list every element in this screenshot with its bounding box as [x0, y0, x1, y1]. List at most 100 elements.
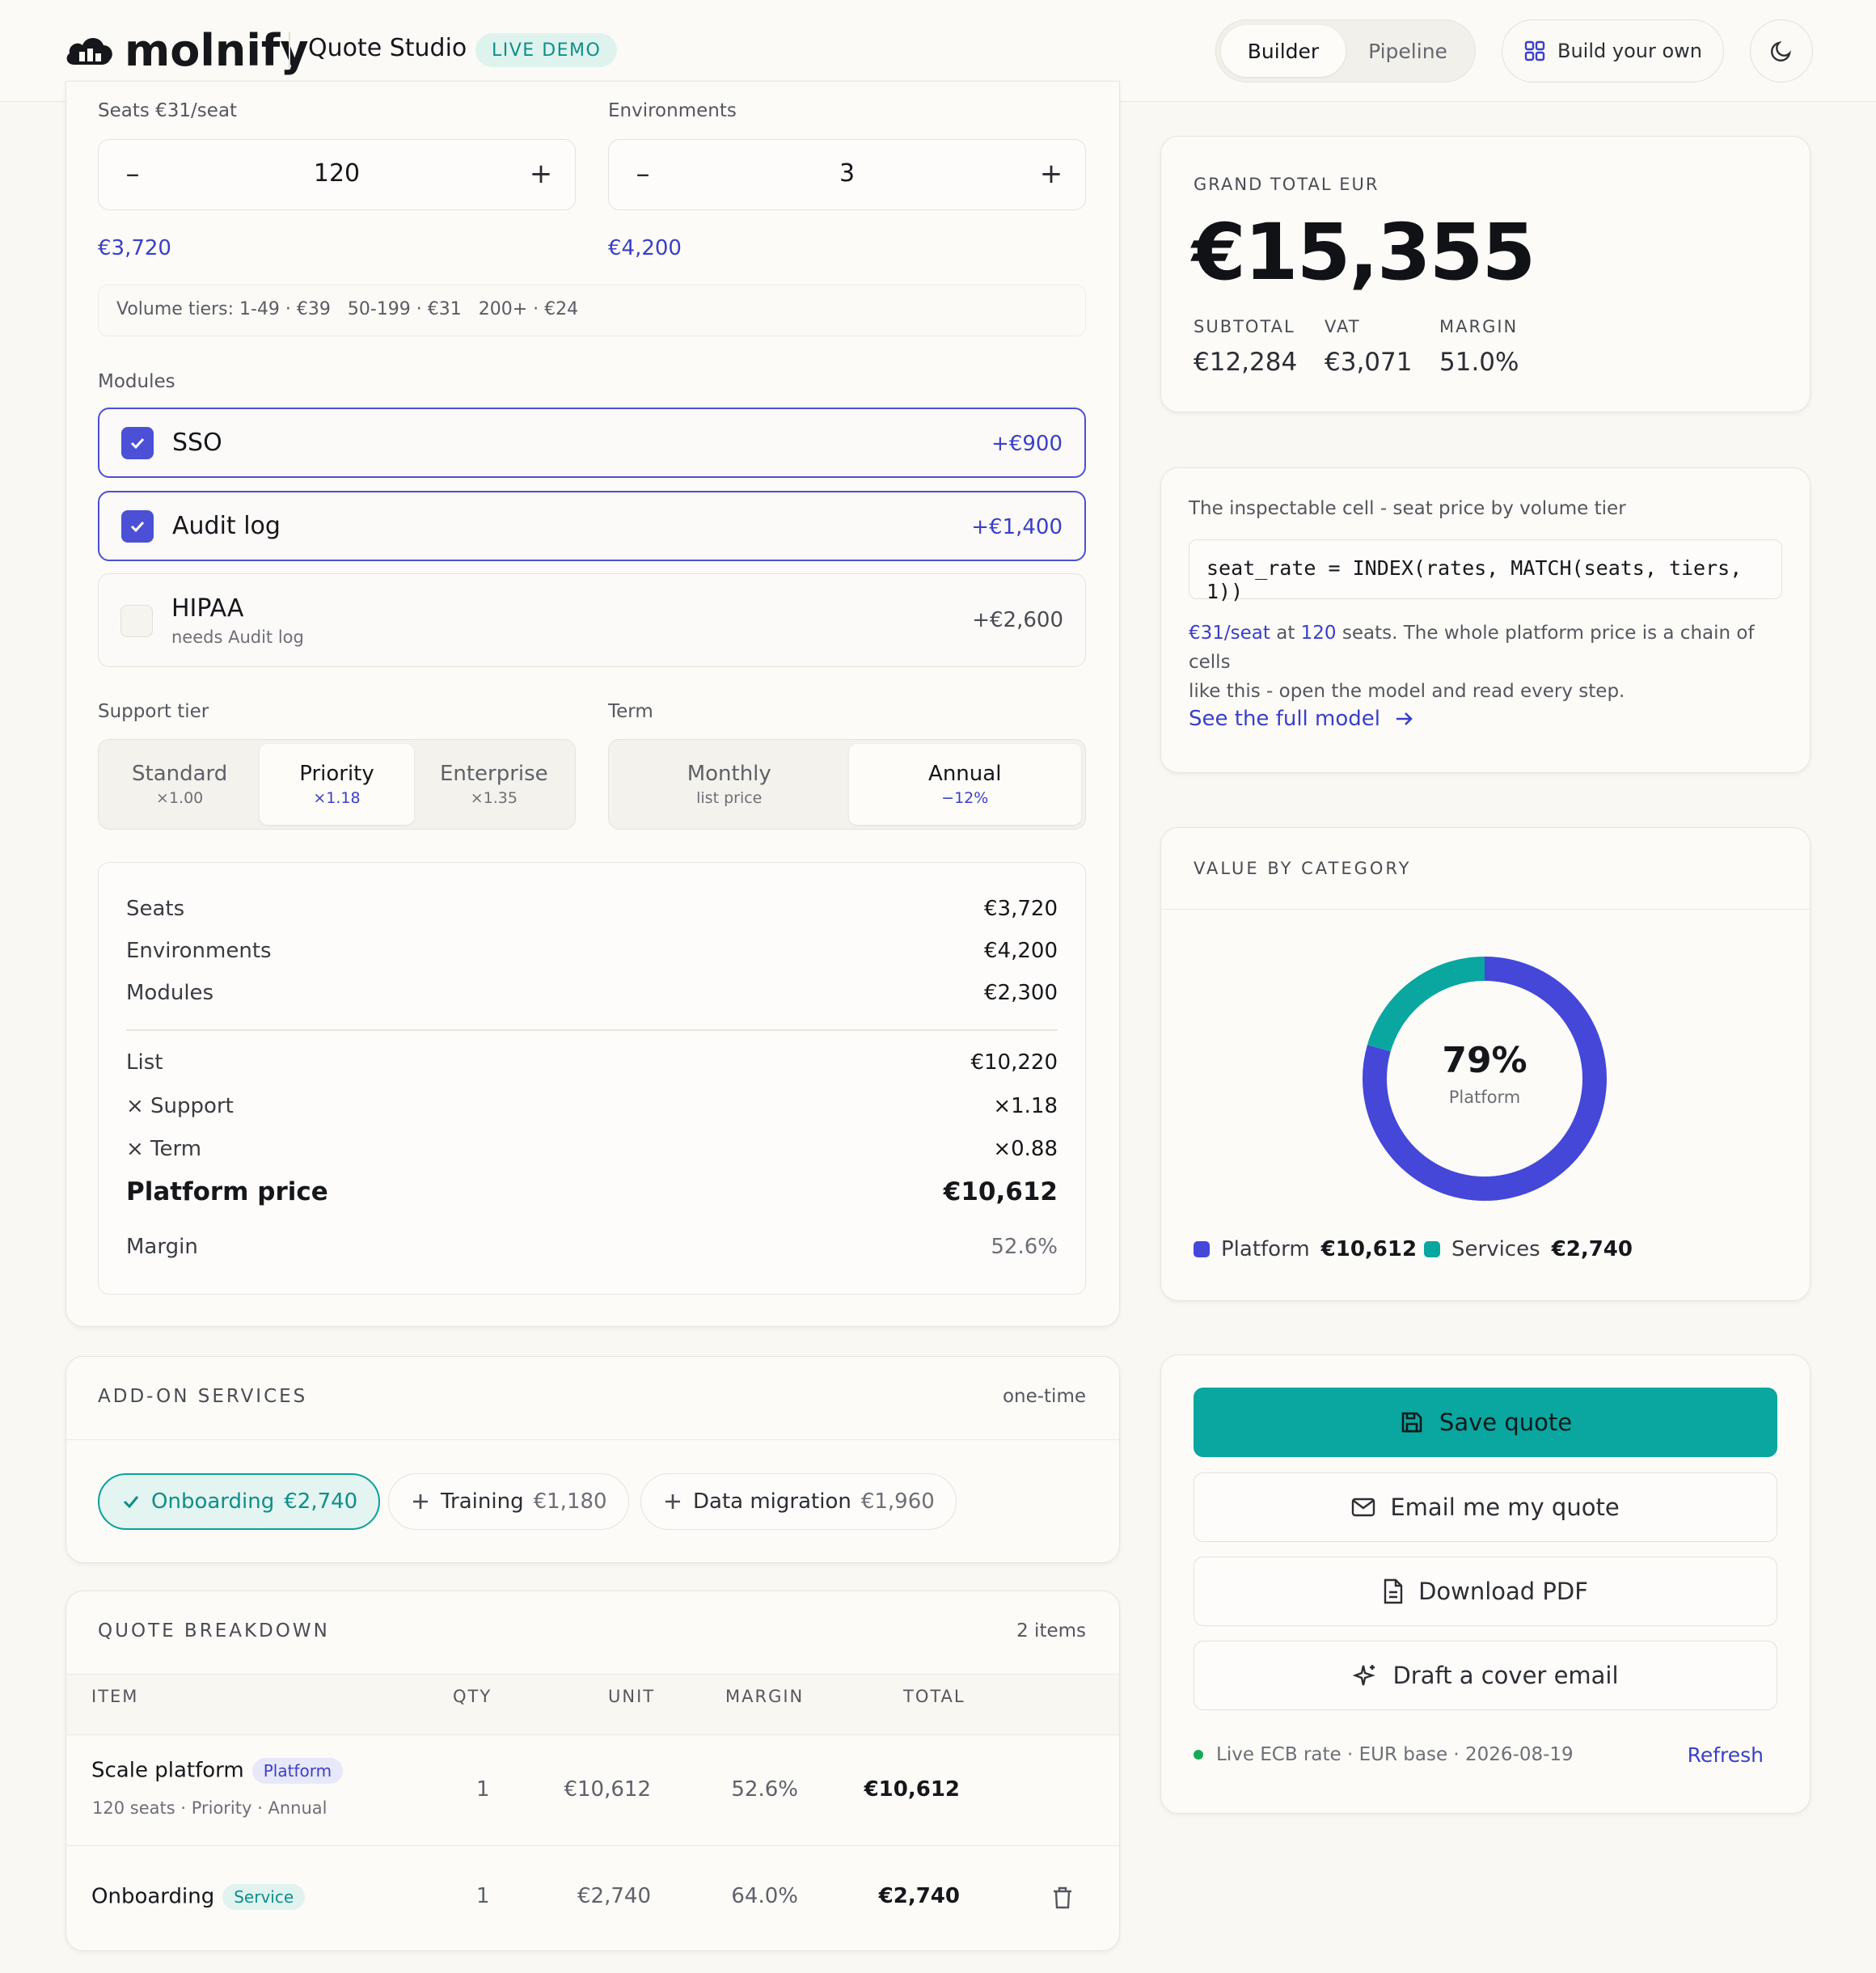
download-pdf-button[interactable]: Download PDF — [1194, 1557, 1777, 1626]
environments-value[interactable]: 3 — [609, 159, 1085, 188]
summary-row-margin: Margin 52.6% — [126, 1235, 1058, 1259]
donut-center-label: Platform — [1448, 1088, 1521, 1107]
row-total: €10,612 — [864, 1777, 960, 1802]
app-title: Quote Studio — [308, 34, 467, 62]
value-by-category-title: VALUE BY CATEGORY — [1194, 859, 1412, 878]
volume-tiers-note: Volume tiers: 1-49 · €39 50-199 · €31 20… — [98, 285, 1086, 336]
row-detail: 120 seats · Priority · Annual — [92, 1798, 327, 1818]
summary-row-support: × Support ×1.18 — [126, 1094, 1058, 1118]
build-your-own-button[interactable]: Build your own — [1502, 19, 1724, 82]
see-full-model-label: See the full model — [1189, 707, 1380, 731]
summary-label: Margin — [126, 1235, 198, 1259]
option-title: Priority — [299, 762, 374, 786]
environments-increment-button[interactable]: + — [1035, 158, 1067, 190]
save-quote-button[interactable]: Save quote — [1194, 1388, 1777, 1457]
email-quote-button[interactable]: Email me my quote — [1194, 1472, 1777, 1542]
term-label: Term — [608, 701, 653, 722]
summary-label: × Support — [126, 1094, 234, 1118]
view-switcher: Builder Pipeline — [1215, 19, 1476, 82]
support-option-priority[interactable]: Priority ×1.18 — [260, 744, 414, 825]
brand-logo[interactable]: molnify — [63, 24, 309, 76]
summary-divider — [126, 1029, 1058, 1031]
module-hipaa[interactable]: HIPAA needs Audit log +€2,600 — [98, 573, 1086, 667]
summary-label: Environments — [126, 939, 272, 963]
brand-divider — [289, 32, 290, 70]
draft-cover-email-label: Draft a cover email — [1392, 1662, 1619, 1689]
trash-icon[interactable] — [1051, 1886, 1074, 1910]
row-margin: 64.0% — [731, 1884, 798, 1908]
save-quote-label: Save quote — [1439, 1409, 1573, 1436]
addon-name: Onboarding — [151, 1489, 275, 1514]
summary-row-modules: Modules €2,300 — [126, 981, 1058, 1005]
column-header-unit: UNIT — [608, 1687, 656, 1706]
theme-toggle-button[interactable] — [1750, 19, 1813, 82]
addon-onboarding-chip[interactable]: Onboarding €2,740 — [98, 1473, 381, 1530]
brand-name: molnify — [125, 24, 309, 76]
summary-value: 52.6% — [991, 1235, 1058, 1259]
live-demo-badge: LIVE DEMO — [475, 33, 618, 67]
summary-value: ×0.88 — [993, 1137, 1058, 1161]
hipaa-checkbox[interactable] — [120, 605, 153, 637]
support-option-enterprise[interactable]: Enterprise ×1.35 — [417, 744, 571, 825]
summary-value: €10,220 — [970, 1050, 1058, 1075]
term-option-monthly[interactable]: Monthly list price — [613, 744, 846, 825]
module-price: +€1,400 — [971, 515, 1063, 539]
legend-item-services: Services €2,740 — [1424, 1237, 1633, 1261]
term-selector: Monthly list price Annual −12% — [608, 739, 1086, 830]
option-title: Monthly — [687, 762, 771, 786]
addon-price: €1,180 — [533, 1489, 607, 1514]
summary-value: ×1.18 — [993, 1094, 1058, 1118]
addon-training-chip[interactable]: Training €1,180 — [388, 1473, 629, 1530]
addon-price: €2,740 — [284, 1489, 358, 1514]
seats-increment-button[interactable]: + — [525, 158, 557, 190]
row-total: €2,740 — [878, 1884, 960, 1908]
inspect-caption: The inspectable cell - seat price by vol… — [1189, 498, 1626, 519]
module-audit-log[interactable]: Audit log +€1,400 — [98, 491, 1086, 561]
row-unit: €10,612 — [564, 1777, 651, 1802]
module-name: HIPAA — [171, 594, 244, 623]
draft-cover-email-button[interactable]: Draft a cover email — [1194, 1641, 1777, 1710]
item-name: Onboarding — [91, 1884, 215, 1909]
seats-value[interactable]: 120 — [99, 159, 575, 188]
mail-icon — [1352, 1498, 1375, 1517]
term-option-annual[interactable]: Annual −12% — [848, 744, 1081, 825]
option-title: Enterprise — [439, 762, 548, 786]
download-pdf-label: Download PDF — [1418, 1578, 1588, 1605]
module-price: +€900 — [991, 432, 1063, 456]
row-margin: 52.6% — [731, 1777, 798, 1802]
column-header-item: ITEM — [91, 1687, 139, 1706]
audit-log-checkbox[interactable] — [121, 510, 154, 543]
module-sso[interactable]: SSO +€900 — [98, 408, 1086, 478]
inspect-desc-line2: like this - open the model and read ever… — [1189, 681, 1625, 702]
quote-breakdown-title: QUOTE BREAKDOWN — [98, 1620, 330, 1641]
formula-field[interactable]: seat_rate = INDEX(rates, MATCH(seats, ti… — [1189, 539, 1782, 603]
option-multiplier: ×1.18 — [313, 789, 361, 807]
item-type-badge: Platform — [251, 1758, 344, 1784]
sso-checkbox[interactable] — [121, 427, 154, 459]
exchange-rate-status: Live ECB rate · EUR base · 2026-08-19 — [1194, 1744, 1574, 1765]
column-header-qty: QTY — [453, 1687, 492, 1706]
item-type-badge: Service — [222, 1884, 306, 1910]
row-unit: €2,740 — [577, 1884, 651, 1908]
module-dependency-note: needs Audit log — [171, 627, 304, 647]
refresh-link[interactable]: Refresh — [1688, 1743, 1764, 1767]
tab-pipeline[interactable]: Pipeline — [1346, 25, 1470, 77]
option-multiplier: ×1.00 — [156, 789, 204, 807]
legend-swatch-platform — [1194, 1241, 1210, 1257]
modules-label: Modules — [98, 371, 175, 392]
option-title: Standard — [132, 762, 228, 786]
status-dot — [1194, 1750, 1203, 1760]
margin-label: MARGIN — [1439, 317, 1519, 336]
price-summary: Seats €3,720 Environments €4,200 Modules… — [98, 862, 1086, 1295]
check-icon — [130, 521, 145, 533]
see-full-model-link[interactable]: See the full model — [1189, 707, 1414, 731]
quote-breakdown-count: 2 items — [1016, 1620, 1086, 1641]
seat-count-value: 120 — [1300, 623, 1337, 644]
option-subtitle: −12% — [941, 789, 989, 807]
addon-data-migration-chip[interactable]: Data migration €1,960 — [640, 1473, 957, 1530]
summary-row-platform-price: Platform price €10,612 — [126, 1177, 1058, 1206]
summary-row-term: × Term ×0.88 — [126, 1137, 1058, 1161]
summary-label: Seats — [126, 897, 185, 921]
tab-builder[interactable]: Builder — [1221, 25, 1346, 77]
support-option-standard[interactable]: Standard ×1.00 — [103, 744, 256, 825]
